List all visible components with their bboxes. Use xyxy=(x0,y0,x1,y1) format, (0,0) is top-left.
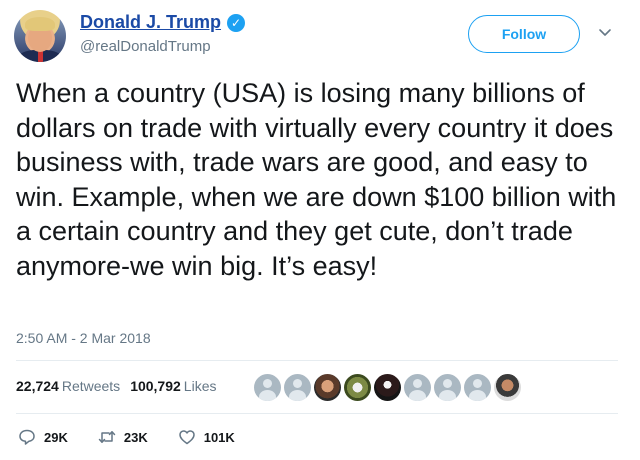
liker-avatar[interactable] xyxy=(284,374,311,401)
liker-avatar[interactable] xyxy=(254,374,281,401)
reply-count: 29K xyxy=(44,429,68,445)
liker-avatar[interactable] xyxy=(314,374,341,401)
likes-label: Likes xyxy=(183,378,217,394)
avatar-hair xyxy=(25,17,55,31)
likes-stat[interactable]: 100,792 Likes xyxy=(130,378,216,394)
retweets-count: 22,724 xyxy=(16,378,59,394)
liker-avatar[interactable] xyxy=(494,374,521,401)
reply-button[interactable]: 29K xyxy=(18,428,68,446)
like-icon xyxy=(178,430,195,445)
retweets-label: Retweets xyxy=(61,378,121,394)
divider xyxy=(16,413,618,414)
liker-avatar[interactable] xyxy=(374,374,401,401)
liker-avatar[interactable] xyxy=(434,374,461,401)
display-name-link[interactable]: Donald J. Trump xyxy=(80,12,221,33)
verified-badge-icon: ✓ xyxy=(227,13,246,32)
tweet-card: Donald J. Trump ✓ @realDonaldTrump Follo… xyxy=(0,0,640,460)
tweet-timestamp[interactable]: 2:50 AM - 2 Mar 2018 xyxy=(16,330,151,346)
liker-avatar[interactable] xyxy=(404,374,431,401)
tweet-text: When a country (USA) is losing many bill… xyxy=(16,78,617,281)
retweet-button[interactable]: 23K xyxy=(98,428,148,446)
name-row: Donald J. Trump ✓ xyxy=(80,12,246,33)
retweet-icon xyxy=(98,431,116,443)
likes-count: 100,792 xyxy=(130,378,181,394)
follow-button[interactable]: Follow xyxy=(468,15,580,53)
like-button[interactable]: 101K xyxy=(178,428,235,446)
liker-avatars xyxy=(254,374,521,401)
chevron-down-icon[interactable] xyxy=(598,26,612,40)
tweet-stats: 22,724 Retweets 100,792 Likes xyxy=(16,378,216,394)
liker-avatar[interactable] xyxy=(344,374,371,401)
user-handle[interactable]: @realDonaldTrump xyxy=(80,38,211,55)
reply-icon xyxy=(19,429,35,445)
profile-avatar[interactable] xyxy=(14,10,66,62)
liker-avatar[interactable] xyxy=(464,374,491,401)
retweet-count: 23K xyxy=(123,429,148,445)
like-count: 101K xyxy=(203,429,235,445)
action-bar: 29K 23K 101K xyxy=(18,428,265,446)
retweets-stat[interactable]: 22,724 Retweets xyxy=(16,378,120,394)
divider xyxy=(16,360,618,361)
